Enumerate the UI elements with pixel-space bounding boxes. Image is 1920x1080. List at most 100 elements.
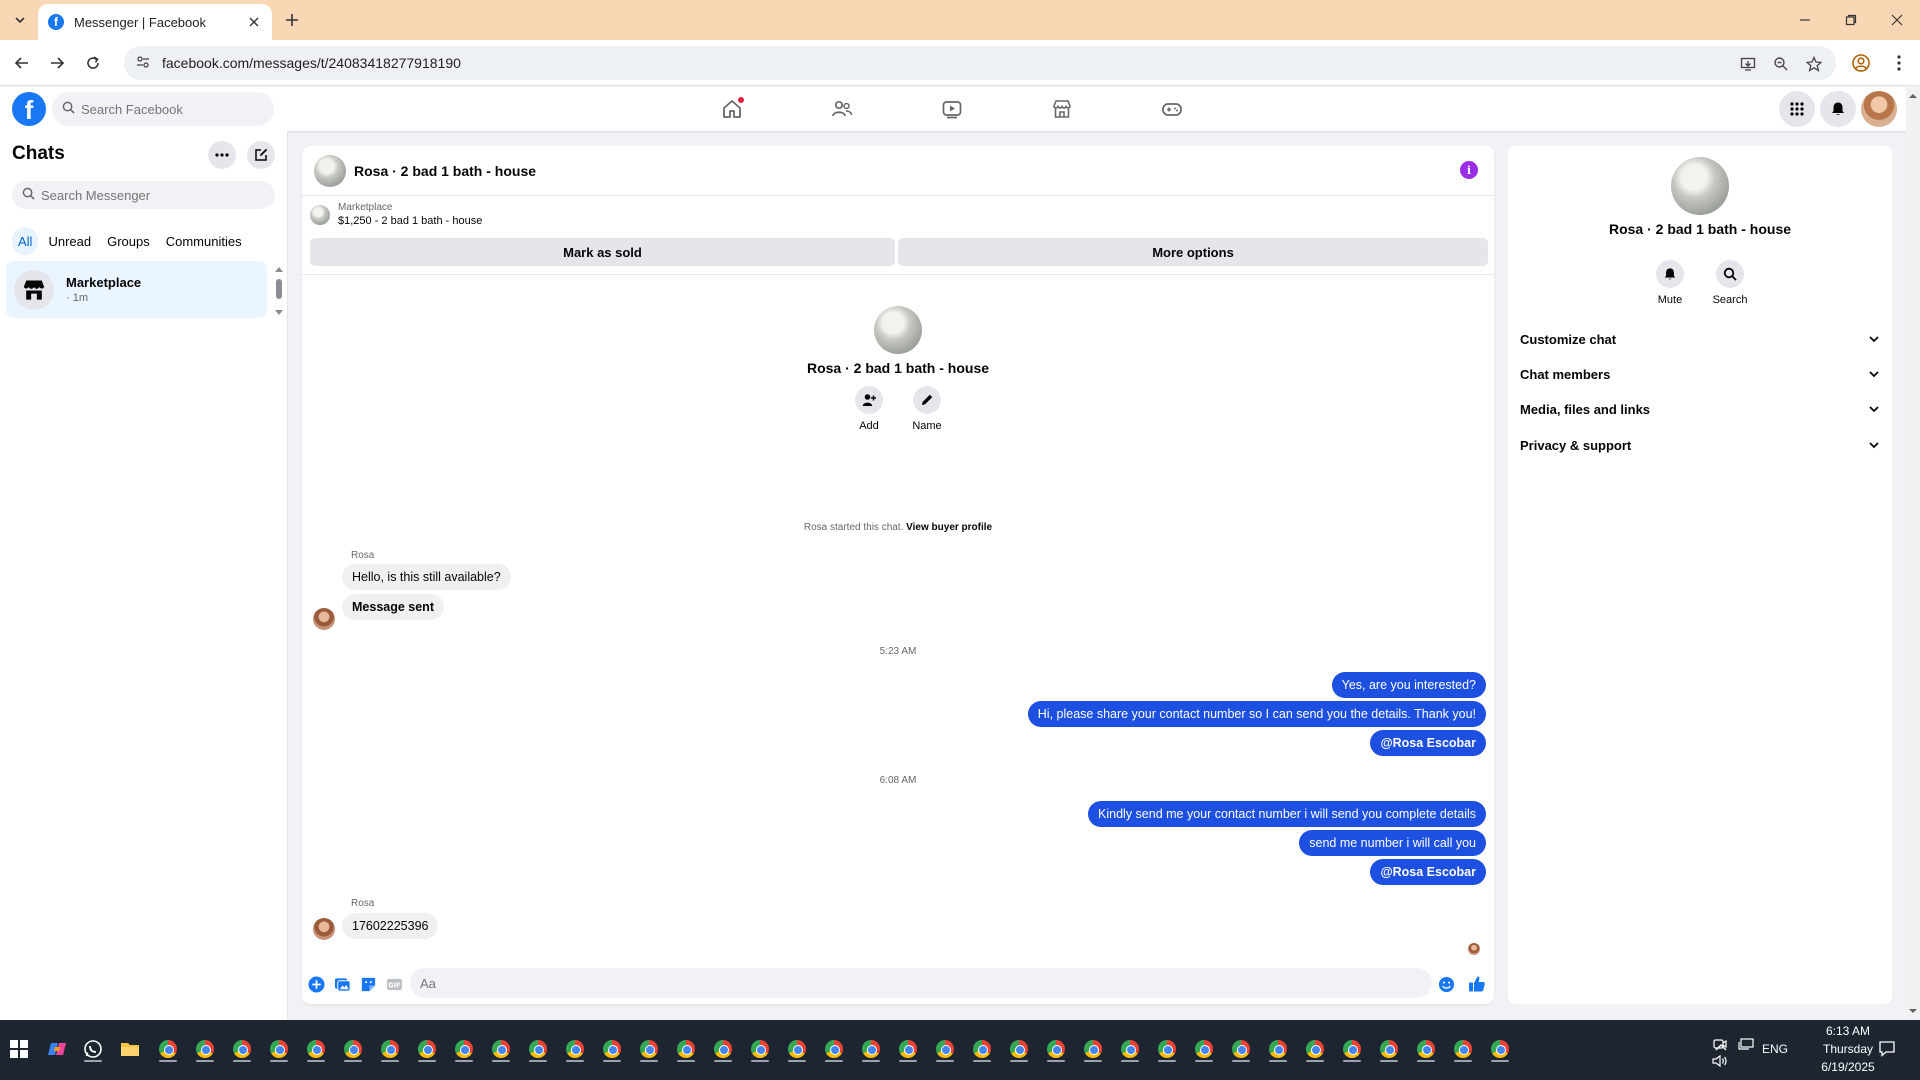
chrome-window-icon[interactable]: [1485, 1034, 1515, 1064]
intro-avatar[interactable]: [874, 306, 922, 354]
facebook-logo[interactable]: f: [12, 92, 46, 126]
chrome-window-icon[interactable]: [930, 1034, 960, 1064]
minimize-icon[interactable]: [1782, 0, 1828, 40]
chrome-window-icon[interactable]: [1115, 1034, 1145, 1064]
tab-close-icon[interactable]: [246, 14, 262, 30]
facebook-search[interactable]: [52, 92, 274, 126]
rosa-avatar[interactable]: [313, 608, 335, 630]
attach-photo-icon[interactable]: [332, 974, 352, 994]
video-icon[interactable]: [934, 91, 970, 127]
omnibox[interactable]: facebook.com/messages/t/2408341827791819…: [124, 46, 1836, 80]
chrome-window-icon[interactable]: [856, 1034, 886, 1064]
messenger-search[interactable]: [12, 181, 275, 209]
filter-unread[interactable]: Unread: [42, 227, 97, 255]
back-arrow-icon[interactable]: [9, 50, 35, 76]
chrome-window-icon[interactable]: [1152, 1034, 1182, 1064]
chrome-window-icon[interactable]: [301, 1034, 331, 1064]
whatsapp-icon[interactable]: [78, 1034, 108, 1064]
volume-icon[interactable]: [1708, 1052, 1732, 1070]
facebook-search-input[interactable]: [81, 101, 261, 117]
outgoing-message[interactable]: Yes, are you interested?: [1331, 672, 1486, 698]
new-tab-plus-icon[interactable]: [280, 8, 304, 32]
chrome-window-icon[interactable]: [1004, 1034, 1034, 1064]
more-actions-plus-icon[interactable]: [306, 974, 326, 994]
more-options-button[interactable]: More options: [898, 238, 1488, 266]
incoming-message[interactable]: 17602225396: [342, 913, 439, 939]
notification-center-icon[interactable]: [1872, 1034, 1902, 1064]
chrome-window-icon[interactable]: [819, 1034, 849, 1064]
new-message-button[interactable]: [247, 141, 275, 169]
notifications-button[interactable]: [1820, 91, 1856, 127]
gaming-icon[interactable]: [1154, 91, 1190, 127]
outgoing-message[interactable]: Kindly send me your contact number i wil…: [1088, 801, 1486, 827]
chrome-window-icon[interactable]: [1226, 1034, 1256, 1064]
chrome-window-icon[interactable]: [1263, 1034, 1293, 1064]
chrome-window-icon[interactable]: [153, 1034, 183, 1064]
profile-account-icon[interactable]: [1848, 50, 1874, 76]
menu-grid-button[interactable]: [1779, 91, 1815, 127]
friends-icon[interactable]: [824, 91, 860, 127]
chrome-window-icon[interactable]: [190, 1034, 220, 1064]
chrome-window-icon[interactable]: [486, 1034, 516, 1064]
language-indicator[interactable]: ENG: [1762, 1042, 1788, 1056]
chat-options-button[interactable]: [208, 141, 236, 169]
mute-action[interactable]: Mute: [1654, 260, 1686, 306]
forward-arrow-icon[interactable]: [44, 50, 70, 76]
chrome-window-icon[interactable]: [745, 1034, 775, 1064]
bookmark-star-icon[interactable]: [1802, 52, 1826, 76]
chrome-window-icon[interactable]: [1041, 1034, 1071, 1064]
close-window-icon[interactable]: [1874, 0, 1920, 40]
search-in-chat-action[interactable]: Search: [1713, 260, 1747, 306]
marketplace-icon[interactable]: [1044, 91, 1080, 127]
customize-chat-section[interactable]: Customize chat: [1520, 322, 1880, 356]
outgoing-message[interactable]: send me number i will call you: [1299, 830, 1486, 856]
browser-tab-messenger[interactable]: f Messenger | Facebook: [38, 4, 272, 40]
chrome-window-icon[interactable]: [227, 1034, 257, 1064]
site-settings-icon[interactable]: [136, 55, 150, 72]
chrome-window-icon[interactable]: [338, 1034, 368, 1064]
add-people-action[interactable]: Add: [852, 386, 886, 432]
chrome-window-icon[interactable]: [560, 1034, 590, 1064]
emoji-icon[interactable]: [1436, 974, 1456, 994]
incoming-message[interactable]: Message sent: [342, 594, 444, 620]
chrome-window-icon[interactable]: [893, 1034, 923, 1064]
incoming-message[interactable]: Hello, is this still available?: [342, 564, 511, 590]
mark-as-sold-button[interactable]: Mark as sold: [310, 238, 895, 266]
sticker-icon[interactable]: [358, 974, 378, 994]
network-icon[interactable]: [1734, 1036, 1758, 1052]
chrome-window-icon[interactable]: [523, 1034, 553, 1064]
messenger-search-input[interactable]: [41, 187, 261, 203]
filter-communities[interactable]: Communities: [160, 227, 248, 255]
outgoing-mention-message[interactable]: @Rosa Escobar: [1370, 859, 1486, 885]
chrome-window-icon[interactable]: [1337, 1034, 1367, 1064]
restore-icon[interactable]: [1828, 0, 1874, 40]
file-explorer-icon[interactable]: [115, 1034, 145, 1064]
gif-icon[interactable]: GIF: [384, 974, 404, 994]
chrome-window-icon[interactable]: [412, 1034, 442, 1064]
chrome-window-icon[interactable]: [449, 1034, 479, 1064]
filter-all[interactable]: All: [12, 227, 39, 255]
chrome-window-icon[interactable]: [967, 1034, 997, 1064]
copilot-icon[interactable]: [42, 1034, 72, 1064]
chrome-window-icon[interactable]: [375, 1034, 405, 1064]
chrome-window-icon[interactable]: [1189, 1034, 1219, 1064]
chrome-window-icon[interactable]: [1448, 1034, 1478, 1064]
chat-members-section[interactable]: Chat members: [1520, 357, 1880, 391]
outgoing-message[interactable]: Hi, please share your contact number so …: [1027, 701, 1486, 727]
windows-start-icon[interactable]: [4, 1034, 34, 1064]
install-app-icon[interactable]: [1736, 52, 1760, 76]
reload-icon[interactable]: [80, 50, 106, 76]
tab-search-chevron-icon[interactable]: [8, 8, 32, 32]
name-chat-action[interactable]: Name: [910, 386, 944, 432]
scroll-thumb[interactable]: [276, 279, 282, 299]
privacy-support-section[interactable]: Privacy & support: [1520, 428, 1880, 462]
conversation-avatar[interactable]: [314, 154, 346, 187]
user-avatar[interactable]: [1861, 91, 1897, 127]
info-avatar[interactable]: [1671, 157, 1729, 215]
outgoing-mention-message[interactable]: @Rosa Escobar: [1370, 730, 1486, 756]
page-scrollbar[interactable]: [1906, 87, 1920, 1020]
listing-summary[interactable]: Marketplace $1,250 - 2 bad 1 bath - hous…: [310, 202, 482, 227]
url-text[interactable]: facebook.com/messages/t/2408341827791819…: [162, 55, 461, 71]
view-buyer-profile-link[interactable]: View buyer profile: [906, 522, 992, 533]
chrome-window-icon[interactable]: [1300, 1034, 1330, 1064]
